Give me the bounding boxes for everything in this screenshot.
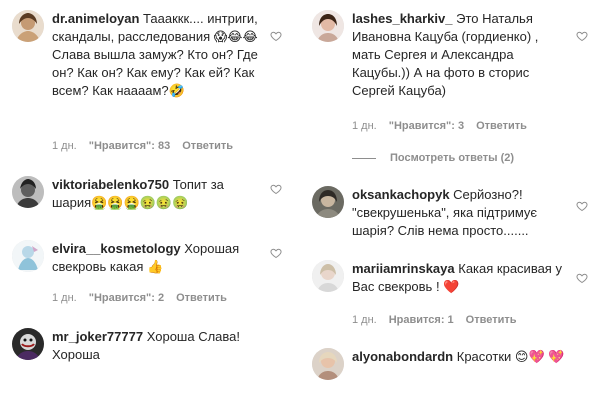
comment-body: viktoriabelenko750 Топит за шария🤮🤮🤮🤢🤢🤢 bbox=[52, 176, 242, 212]
reply-button[interactable]: Ответить bbox=[476, 120, 527, 132]
comment-body: alyonabondardn Красотки 😊💖 💖 bbox=[352, 348, 567, 366]
comment-text: Красотки 😊💖 💖 bbox=[456, 349, 565, 364]
comment-meta: 1 дн. Нравится: 1 Ответить bbox=[352, 314, 517, 326]
username-link[interactable]: lashes_kharkiv_ bbox=[352, 11, 452, 26]
comment-item: alyonabondardn Красотки 😊💖 💖 bbox=[300, 338, 590, 398]
comment-body: oksankachopyk Серйозно?! "свекрушенька",… bbox=[352, 186, 567, 240]
comment-item: elvira__kosmetology Хорошая свекровь как… bbox=[0, 232, 290, 312]
comment-item: mr_joker77777 Хороша Слава! Хороша bbox=[0, 320, 290, 390]
avatar[interactable] bbox=[12, 10, 44, 42]
like-heart-icon[interactable] bbox=[576, 200, 588, 212]
likes-count[interactable]: "Нравится": 3 bbox=[389, 120, 464, 132]
username-link[interactable]: viktoriabelenko750 bbox=[52, 177, 169, 192]
comment-body: lashes_kharkiv_ Это Наталья Ивановна Кац… bbox=[352, 10, 567, 100]
username-link[interactable]: elvira__kosmetology bbox=[52, 241, 181, 256]
comment-time: 1 дн. bbox=[52, 140, 77, 152]
username-link[interactable]: alyonabondardn bbox=[352, 349, 453, 364]
avatar[interactable] bbox=[12, 176, 44, 208]
username-link[interactable]: mariiamrinskaya bbox=[352, 261, 455, 276]
avatar[interactable] bbox=[12, 240, 44, 272]
view-replies-button[interactable]: Посмотреть ответы (2) bbox=[352, 152, 514, 164]
comment-item: mariiamrinskaya Какая красивая у Вас све… bbox=[300, 258, 590, 338]
avatar[interactable] bbox=[312, 260, 344, 292]
avatar[interactable] bbox=[312, 10, 344, 42]
comment-time: 1 дн. bbox=[352, 314, 377, 326]
comment-meta: 1 дн. "Нравится": 2 Ответить bbox=[52, 292, 227, 304]
avatar[interactable] bbox=[12, 328, 44, 360]
comment-item: dr.animeloyan Таааккк.... интриги, сканд… bbox=[0, 0, 290, 160]
likes-count[interactable]: "Нравится": 83 bbox=[89, 140, 170, 152]
comment-body: elvira__kosmetology Хорошая свекровь как… bbox=[52, 240, 262, 276]
comment-meta: 1 дн. "Нравится": 83 Ответить bbox=[52, 140, 233, 152]
comment-item: lashes_kharkiv_ Это Наталья Ивановна Кац… bbox=[300, 0, 590, 175]
like-heart-icon[interactable] bbox=[576, 30, 588, 42]
reply-button[interactable]: Ответить bbox=[182, 140, 233, 152]
replies-divider bbox=[352, 157, 376, 159]
comment-time: 1 дн. bbox=[52, 292, 77, 304]
username-link[interactable]: mr_joker77777 bbox=[52, 329, 143, 344]
comment-body: mr_joker77777 Хороша Слава! Хороша bbox=[52, 328, 262, 364]
comment-item: oksankachopyk Серйозно?! "свекрушенька",… bbox=[300, 178, 590, 258]
like-heart-icon[interactable] bbox=[270, 247, 282, 259]
username-link[interactable]: oksankachopyk bbox=[352, 187, 450, 202]
like-heart-icon[interactable] bbox=[270, 30, 282, 42]
likes-count[interactable]: Нравится: 1 bbox=[389, 314, 454, 326]
avatar[interactable] bbox=[312, 186, 344, 218]
comment-item: viktoriabelenko750 Топит за шария🤮🤮🤮🤢🤢🤢 bbox=[0, 168, 290, 228]
view-replies-label[interactable]: Посмотреть ответы (2) bbox=[390, 152, 514, 164]
username-link[interactable]: dr.animeloyan bbox=[52, 11, 139, 26]
reply-button[interactable]: Ответить bbox=[176, 292, 227, 304]
likes-count[interactable]: "Нравится": 2 bbox=[89, 292, 164, 304]
avatar[interactable] bbox=[312, 348, 344, 380]
like-heart-icon[interactable] bbox=[270, 183, 282, 195]
comment-body: dr.animeloyan Таааккк.... интриги, сканд… bbox=[52, 10, 262, 100]
reply-button[interactable]: Ответить bbox=[466, 314, 517, 326]
like-heart-icon[interactable] bbox=[576, 272, 588, 284]
comment-meta: 1 дн. "Нравится": 3 Ответить bbox=[352, 120, 527, 132]
comment-time: 1 дн. bbox=[352, 120, 377, 132]
comment-body: mariiamrinskaya Какая красивая у Вас све… bbox=[352, 260, 567, 296]
